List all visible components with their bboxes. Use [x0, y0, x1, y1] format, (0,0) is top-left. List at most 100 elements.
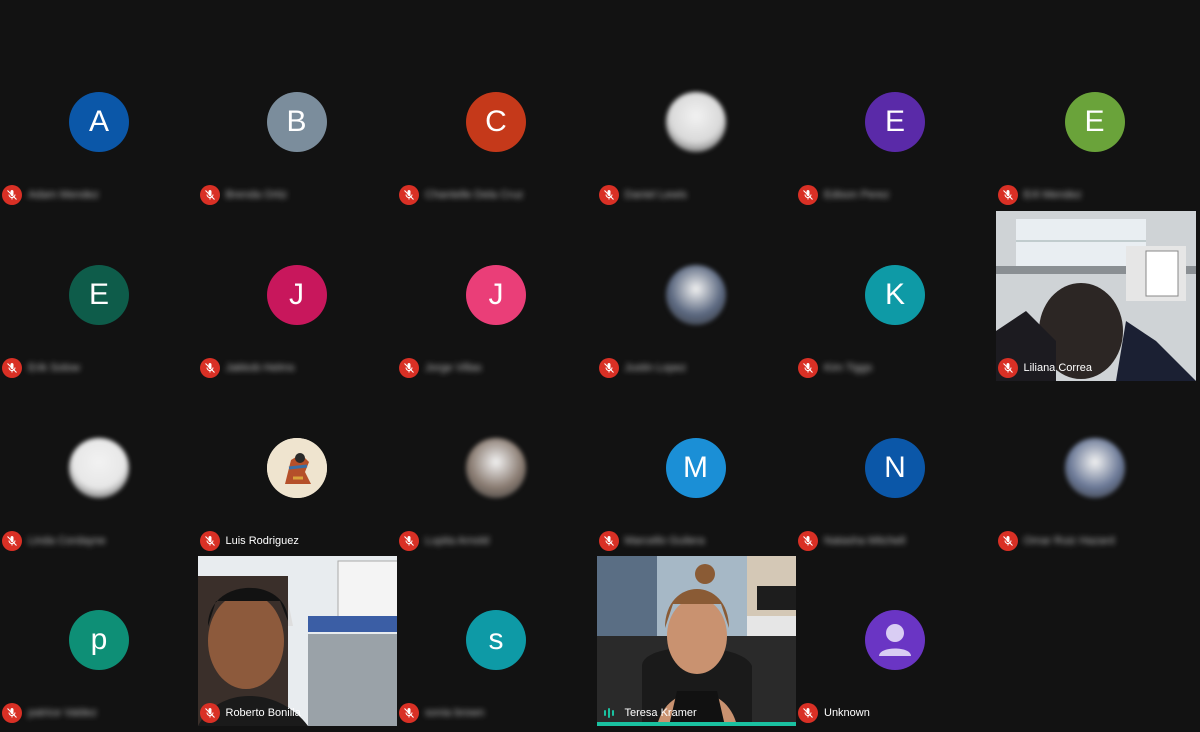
mic-off-icon [2, 703, 22, 723]
participant-name: Roberto Bonilla [225, 707, 301, 719]
avatar-initial: E [865, 92, 925, 152]
avatar-photo [266, 438, 327, 498]
mic-off-icon [199, 358, 220, 378]
person-icon [865, 610, 925, 670]
participant-name: Natasha Mitchell [824, 535, 906, 547]
mic-off-icon [798, 703, 818, 723]
mic-off-icon [199, 703, 220, 723]
avatar-initial: p [69, 610, 129, 670]
participant-name: Kim Tiggs [824, 362, 873, 374]
participant-tile[interactable]: Justin Lopez [596, 211, 797, 381]
participant-name: Unknown [824, 707, 870, 719]
participant-name: Luis Rodriguez [225, 535, 299, 547]
name-tag: patrice Valdez [2, 702, 97, 724]
participant-tile[interactable]: Daniel Lewis [596, 38, 797, 208]
participant-name: Jorge Villas [425, 362, 482, 374]
participant-tile[interactable]: Linda Cordayne [0, 384, 200, 554]
participant-name: Brenda Ortiz [225, 189, 288, 201]
name-tag: Unknown [798, 702, 870, 724]
name-tag: Luis Rodriguez [199, 530, 299, 552]
name-tag: Adam Mendez [2, 184, 99, 206]
name-tag: Marcello Guilera [598, 530, 705, 552]
participant-name: Daniel Lewis [624, 189, 687, 201]
mic-off-icon [199, 185, 220, 205]
participant-tile[interactable]: M Marcello Guilera [596, 384, 797, 554]
mic-off-icon [399, 185, 419, 205]
avatar-photo [69, 438, 129, 498]
participant-tile[interactable]: Luis Rodriguez [197, 384, 398, 554]
name-tag: Roberto Bonilla [199, 702, 301, 724]
mic-off-icon [399, 703, 419, 723]
avatar-photo [1064, 438, 1125, 498]
name-tag: Liliana Correa [997, 357, 1092, 379]
name-tag: Kim Tiggs [798, 357, 872, 379]
name-tag: Jakkob Helms [199, 357, 295, 379]
name-tag: Daniel Lewis [598, 184, 687, 206]
participant-name: Adam Mendez [28, 189, 99, 201]
participant-tile[interactable]: B Brenda Ortiz [197, 38, 398, 208]
avatar-initial: M [665, 438, 726, 498]
mic-off-icon [2, 185, 22, 205]
participant-name: patrice Valdez [28, 707, 97, 719]
mic-off-icon [598, 185, 619, 205]
participant-tile[interactable]: J Jorge Villas [397, 211, 597, 381]
participant-name: Edison Perez [824, 189, 890, 201]
avatar-initial: C [466, 92, 526, 152]
participant-tile[interactable]: Liliana Correa [995, 211, 1196, 381]
participant-grid: A Adam Mendez B Brenda Ortiz C Chantelle Dela… [0, 38, 1200, 732]
participant-tile[interactable]: A Adam Mendez [0, 38, 200, 208]
name-tag: Brenda Ortiz [199, 184, 288, 206]
mic-off-icon [798, 358, 818, 378]
participant-tile[interactable]: Omar Ruiz Hazard [995, 384, 1196, 554]
avatar-initial: K [865, 265, 925, 325]
avatar-photo [665, 265, 726, 325]
avatar-initial: N [865, 438, 925, 498]
avatar-initial: E [1064, 92, 1125, 152]
mic-off-icon [798, 531, 818, 551]
participant-tile[interactable]: p patrice Valdez [0, 556, 200, 726]
participant-name: sonia brown [425, 707, 485, 719]
participant-name: Erli Mendez [1023, 189, 1082, 201]
mic-off-icon [798, 185, 818, 205]
participant-tile[interactable]: Unknown [796, 556, 996, 726]
video-feed [596, 556, 797, 726]
participant-tile[interactable]: Teresa Kramer [596, 556, 797, 726]
name-tag: Teresa Kramer [599, 702, 697, 724]
name-tag: Justin Lopez [598, 357, 686, 379]
name-tag: Lupita Arnold [399, 530, 489, 552]
name-tag: sonia brown [399, 702, 484, 724]
participant-tile[interactable]: N Natasha Mitchell [796, 384, 996, 554]
video-feed [197, 556, 398, 726]
participant-name: Erik Solow [28, 362, 80, 374]
participant-tile[interactable]: J Jakkob Helms [197, 211, 398, 381]
name-tag: Chantelle Dela Cruz [399, 184, 523, 206]
participant-tile[interactable]: K Kim Tiggs [796, 211, 996, 381]
name-tag: Erli Mendez [997, 184, 1082, 206]
name-tag: Jorge Villas [399, 357, 482, 379]
participant-name: Omar Ruiz Hazard [1023, 535, 1115, 547]
participant-tile[interactable]: s sonia brown [397, 556, 597, 726]
avatar-initial: s [466, 610, 526, 670]
avatar-initial: E [69, 265, 129, 325]
avatar-initial: J [266, 265, 327, 325]
participant-name: Marcello Guilera [624, 535, 705, 547]
participant-tile[interactable]: E Edison Perez [796, 38, 996, 208]
participant-tile[interactable]: Lupita Arnold [397, 384, 597, 554]
participant-tile[interactable]: E Erli Mendez [995, 38, 1196, 208]
avatar-initial: B [266, 92, 327, 152]
participant-tile[interactable]: C Chantelle Dela Cruz [397, 38, 597, 208]
name-tag: Erik Solow [2, 357, 80, 379]
participant-name: Chantelle Dela Cruz [425, 189, 524, 201]
participant-tile[interactable]: E Erik Solow [0, 211, 200, 381]
mic-off-icon [399, 531, 419, 551]
mic-off-icon [997, 531, 1018, 551]
avatar-photo [665, 92, 726, 152]
name-tag: Natasha Mitchell [798, 530, 905, 552]
avatar-photo [466, 438, 526, 498]
mic-off-icon [2, 358, 22, 378]
participant-name: Jakkob Helms [225, 362, 295, 374]
name-tag: Linda Cordayne [2, 530, 106, 552]
participant-name: Liliana Correa [1023, 362, 1092, 374]
participant-tile[interactable]: Roberto Bonilla [197, 556, 398, 726]
name-tag: Omar Ruiz Hazard [997, 530, 1115, 552]
